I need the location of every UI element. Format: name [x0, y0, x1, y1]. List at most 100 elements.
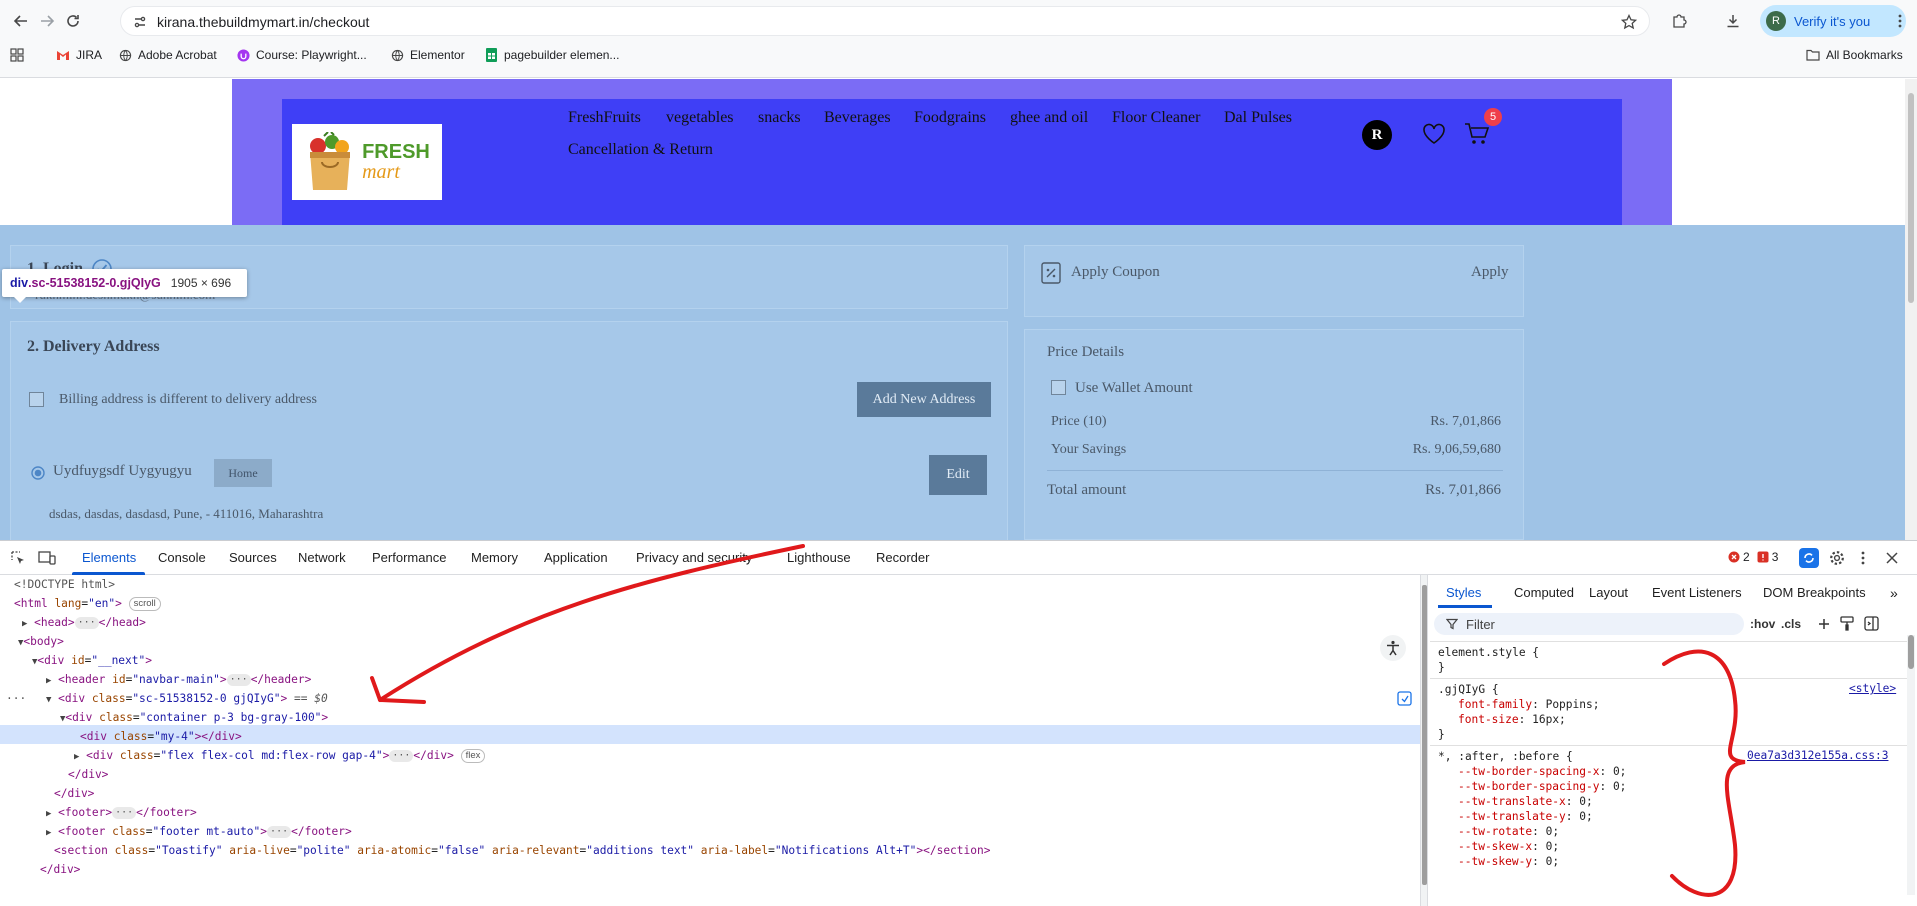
scroll-into-view-icon[interactable] — [1397, 691, 1412, 706]
rule-universal-prop[interactable]: --tw-skew-x: 0; — [1458, 839, 1559, 854]
tab-memory[interactable]: Memory — [471, 550, 518, 565]
rule-gjqiyg-selector[interactable]: .gjQIyG { — [1438, 682, 1499, 697]
tab-lighthouse[interactable]: Lighthouse — [787, 550, 851, 565]
tab-sources[interactable]: Sources — [229, 550, 277, 565]
nav-category-floor-cleaner[interactable]: Floor Cleaner — [1112, 109, 1200, 127]
hov-toggle[interactable]: :hov — [1750, 617, 1775, 631]
verify-profile-button[interactable]: R Verify it's you — [1760, 5, 1906, 37]
element-style-rule[interactable]: element.style { — [1438, 645, 1539, 660]
dom-node-header[interactable]: ▶ <header id="navbar-main"> ··· </header> — [46, 670, 311, 689]
rule-universal-prop[interactable]: --tw-translate-y: 0; — [1458, 809, 1593, 824]
bookmark-pagebuilder[interactable]: pagebuilder elemen... — [484, 48, 619, 62]
styles-filter-input[interactable]: Filter — [1434, 613, 1744, 635]
dom-node-container[interactable]: ▼<div class="container p-3 bg-gray-100"> — [60, 708, 328, 727]
ai-assistance-button[interactable] — [1799, 548, 1819, 568]
page-scrollbar[interactable] — [1905, 79, 1917, 540]
add-new-address-button[interactable]: Add New Address — [857, 382, 991, 417]
nav-category-dal-pulses[interactable]: Dal Pulses — [1224, 109, 1292, 127]
bookmark-adobe-acrobat[interactable]: Adobe Acrobat — [118, 48, 217, 62]
site-logo[interactable]: FRESH mart — [292, 124, 442, 200]
heart-icon[interactable] — [1422, 123, 1446, 145]
styles-scrollbar-thumb[interactable] — [1908, 635, 1914, 669]
apps-button[interactable] — [10, 48, 24, 62]
rule-universal-selector[interactable]: *, :after, :before { — [1438, 749, 1573, 764]
all-bookmarks-button[interactable]: All Bookmarks — [1806, 48, 1903, 62]
tab-application[interactable]: Application — [544, 550, 608, 565]
tab-console[interactable]: Console — [158, 550, 206, 565]
nav-category-foodgrains[interactable]: Foodgrains — [914, 109, 986, 127]
scroll-badge[interactable]: scroll — [128, 597, 161, 611]
cls-toggle[interactable]: .cls — [1781, 617, 1801, 631]
dom-close-selected[interactable]: </div> — [54, 784, 94, 803]
settings-gear-icon[interactable] — [1829, 550, 1845, 566]
rule-gjqiyg-source[interactable]: <style> — [1849, 682, 1896, 695]
nav-category-freshfruits[interactable]: FreshFruits — [568, 109, 641, 127]
dom-scrollbar-thumb[interactable] — [1422, 585, 1427, 885]
nav-cancellation-return[interactable]: Cancellation & Return — [568, 141, 713, 159]
dom-node-selected-div[interactable]: ▼ <div class="sc-51538152-0 gjQIyG"> == … — [46, 689, 328, 708]
dom-node-flex[interactable]: ▶ <div class="flex flex-col md:flex-row … — [74, 746, 486, 765]
paint-brush-icon[interactable] — [1840, 616, 1854, 631]
nav-category-beverages[interactable]: Beverages — [824, 109, 891, 127]
new-rule-plus-icon[interactable] — [1817, 617, 1831, 631]
dom-doctype[interactable]: <!DOCTYPE html> — [14, 575, 115, 594]
address-radio[interactable] — [31, 466, 45, 480]
close-icon[interactable] — [1885, 551, 1899, 565]
more-tabs-chevron-icon[interactable]: » — [1890, 585, 1898, 601]
nav-category-ghee-and-oil[interactable]: ghee and oil — [1010, 109, 1088, 127]
tab-network[interactable]: Network — [298, 550, 346, 565]
bookmark-elementor[interactable]: Elementor — [390, 48, 465, 62]
reload-button[interactable] — [60, 8, 86, 34]
dom-node-footer[interactable]: ▶ <footer> ··· </footer> — [46, 803, 197, 822]
rule-universal-prop[interactable]: --tw-skew-y: 0; — [1458, 854, 1559, 869]
issues-counter[interactable]: 2 3 — [1728, 550, 1778, 564]
extensions-button[interactable] — [1666, 8, 1692, 34]
inspect-element-icon[interactable] — [10, 550, 26, 566]
dom-node-head[interactable]: ▶ <head> ··· </head> — [22, 613, 146, 632]
dom-node-html[interactable]: <html lang="en"> scroll — [14, 594, 161, 613]
tab-performance[interactable]: Performance — [372, 550, 446, 565]
rule-universal-prop[interactable]: --tw-translate-x: 0; — [1458, 794, 1593, 809]
dom-node-my4[interactable]: <div class="my-4"></div> — [80, 727, 242, 746]
nav-category-snacks[interactable]: snacks — [758, 109, 801, 127]
styles-tab-event-listeners[interactable]: Event Listeners — [1652, 585, 1742, 600]
dom-node-next[interactable]: ▼<div id="__next"> — [32, 651, 152, 670]
billing-different-checkbox[interactable] — [29, 392, 44, 407]
cart-icon[interactable] — [1464, 122, 1490, 146]
use-wallet-checkbox[interactable] — [1051, 380, 1066, 395]
dom-scrollbar[interactable] — [1420, 575, 1428, 906]
rule-universal-prop[interactable]: --tw-border-spacing-y: 0; — [1458, 779, 1626, 794]
forward-button[interactable] — [34, 8, 60, 34]
address-bar[interactable]: kirana.thebuildmymart.in/checkout — [120, 6, 1650, 36]
flex-badge[interactable]: flex — [460, 749, 486, 763]
bookmark-jira[interactable]: JIRA — [56, 48, 102, 62]
dom-close-container[interactable]: </div> — [68, 765, 108, 784]
back-button[interactable] — [8, 8, 34, 34]
dom-node-footer-mt-auto[interactable]: ▶ <footer class="footer mt-auto"> ··· </fo… — [46, 822, 352, 841]
rule-gjqiyg-prop[interactable]: font-size: 16px; — [1458, 712, 1566, 727]
devtools-menu-icon[interactable] — [1860, 550, 1866, 566]
rule-universal-prop[interactable]: --tw-rotate: 0; — [1458, 824, 1559, 839]
downloads-button[interactable] — [1720, 8, 1746, 34]
toggle-sidebar-icon[interactable] — [1864, 616, 1879, 631]
styles-tab-dom-breakpoints[interactable]: DOM Breakpoints — [1763, 585, 1866, 600]
url-text[interactable]: kirana.thebuildmymart.in/checkout — [157, 14, 369, 30]
browser-menu-button[interactable] — [1887, 8, 1913, 34]
page-scrollbar-thumb[interactable] — [1908, 93, 1914, 303]
dom-node-toastify[interactable]: <section class="Toastify" aria-live="pol… — [54, 841, 990, 860]
tab-elements[interactable]: Elements — [82, 550, 136, 565]
nav-category-vegetables[interactable]: vegetables — [666, 109, 734, 127]
dom-close-next[interactable]: </div> — [40, 860, 80, 879]
styles-scrollbar[interactable] — [1907, 635, 1915, 895]
bookmark-course-playwright[interactable]: Course: Playwright... — [236, 48, 367, 62]
styles-tab-computed[interactable]: Computed — [1514, 585, 1574, 600]
accessibility-tree-button[interactable] — [1380, 635, 1406, 661]
tab-privacy-security[interactable]: Privacy and security — [636, 550, 752, 565]
apply-coupon-button[interactable]: Apply — [1471, 264, 1509, 281]
tab-recorder[interactable]: Recorder — [876, 550, 929, 565]
styles-tab-layout[interactable]: Layout — [1589, 585, 1628, 600]
rule-universal-source[interactable]: 0ea7a3d312e155a.css:3 — [1747, 749, 1888, 762]
dom-node-body[interactable]: ▼<body> — [18, 632, 64, 651]
user-avatar-button[interactable]: R — [1362, 120, 1392, 150]
styles-tab-styles[interactable]: Styles — [1446, 585, 1481, 600]
